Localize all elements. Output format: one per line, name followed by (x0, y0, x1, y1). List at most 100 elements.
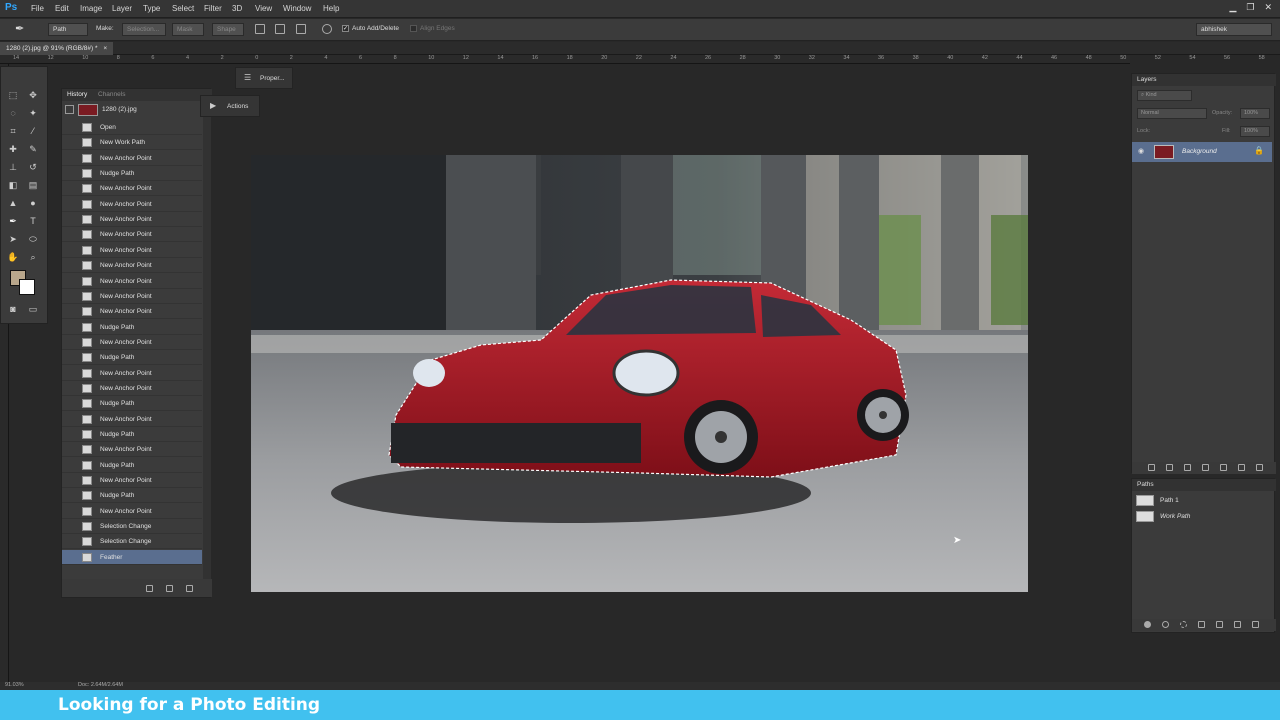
history-step[interactable]: New Anchor Point (62, 473, 202, 489)
menu-file[interactable]: File (31, 4, 44, 13)
zoom-level[interactable]: 91.03% (5, 682, 24, 688)
blur-tool-icon[interactable]: ▲ (7, 197, 19, 209)
history-brush-icon[interactable]: ↺ (27, 161, 39, 173)
lasso-tool-icon[interactable]: ◌ (7, 107, 19, 119)
make-selection-button[interactable]: Selection... (122, 23, 166, 36)
add-mask-icon[interactable] (1216, 621, 1223, 628)
clone-stamp-icon[interactable]: ⊥ (7, 161, 19, 173)
document-tab[interactable]: 1280 (2).jpg @ 91% (RGB/8#) * × (0, 42, 114, 55)
history-step[interactable]: Selection Change (62, 519, 202, 535)
layer-row-background[interactable]: ◉ Background 🔒 (1132, 142, 1272, 162)
path-selection-icon[interactable]: ➤ (7, 233, 19, 245)
hand-tool-icon[interactable]: ✋ (7, 251, 19, 263)
quick-mask-icon[interactable]: ◙ (7, 303, 19, 315)
pen-tool-icon[interactable]: ✒ (7, 215, 19, 227)
history-snapshot[interactable]: 1280 (2).jpg (62, 102, 202, 118)
menu-select[interactable]: Select (172, 4, 194, 13)
menu-type[interactable]: Type (143, 4, 160, 13)
eraser-tool-icon[interactable]: ◧ (7, 179, 19, 191)
trash-icon[interactable] (1252, 621, 1259, 628)
history-step[interactable]: New Anchor Point (62, 442, 202, 458)
screen-mode-icon[interactable]: ▭ (27, 303, 39, 315)
path-row-path-1[interactable]: Path 1 (1132, 493, 1272, 509)
crop-tool-icon[interactable]: ⌗ (7, 125, 19, 137)
new-document-from-state-icon[interactable] (146, 585, 153, 592)
make-mask-button[interactable]: Mask (172, 23, 204, 36)
brush-tool-icon[interactable]: ✎ (27, 143, 39, 155)
history-step[interactable]: Nudge Path (62, 320, 202, 335)
history-step[interactable]: Feather (62, 549, 202, 565)
layer-filter-kind[interactable]: ⌕ Kind (1137, 90, 1192, 101)
history-step[interactable]: New Anchor Point (62, 227, 202, 243)
zoom-tool-icon[interactable]: ⌕ (27, 251, 39, 263)
path-alignment-icon[interactable] (275, 24, 285, 34)
magic-wand-tool-icon[interactable]: ✦ (27, 107, 39, 119)
minimize-icon[interactable]: ▁ (1229, 2, 1236, 13)
load-selection-icon[interactable] (1180, 621, 1187, 628)
history-scrollbar[interactable] (203, 117, 211, 582)
opacity-field[interactable]: 100% (1240, 108, 1270, 119)
align-edges-checkbox[interactable] (410, 25, 417, 32)
close-icon[interactable]: ✕ (1264, 2, 1272, 13)
trash-icon[interactable] (1256, 464, 1263, 471)
auto-add-delete-checkbox[interactable]: ✓ (342, 25, 349, 32)
blend-mode-select[interactable]: Normal (1137, 108, 1207, 119)
history-step[interactable]: Nudge Path (62, 488, 202, 504)
close-tab-icon[interactable]: × (103, 45, 107, 52)
history-step[interactable]: New Anchor Point (62, 212, 202, 228)
history-step[interactable]: Open (62, 120, 202, 135)
healing-brush-icon[interactable]: ✚ (7, 143, 19, 155)
history-step[interactable]: Nudge Path (62, 166, 202, 182)
adjustment-layer-icon[interactable] (1202, 464, 1209, 471)
menu-view[interactable]: View (255, 4, 272, 13)
history-step[interactable]: New Anchor Point (62, 289, 202, 304)
fill-path-icon[interactable] (1144, 621, 1151, 628)
gear-icon[interactable] (322, 24, 332, 34)
ellipse-tool-icon[interactable]: ⬭ (27, 233, 39, 245)
history-step[interactable]: New Anchor Point (62, 504, 202, 519)
history-step[interactable]: New Anchor Point (62, 335, 202, 350)
stroke-path-icon[interactable] (1162, 621, 1169, 628)
path-arrangement-icon[interactable] (296, 24, 306, 34)
camera-icon[interactable] (166, 585, 173, 592)
trash-icon[interactable] (186, 585, 193, 592)
gradient-tool-icon[interactable]: ▤ (27, 179, 39, 191)
make-work-path-icon[interactable] (1198, 621, 1205, 628)
dodge-tool-icon[interactable]: ● (27, 197, 39, 209)
tool-mode-select[interactable]: Path (48, 23, 88, 36)
history-step[interactable]: Selection Change (62, 534, 202, 550)
menu-window[interactable]: Window (283, 4, 311, 13)
eyedropper-tool-icon[interactable]: ⁄ (27, 125, 39, 137)
tab-channels[interactable]: Channels (98, 91, 125, 98)
menu-layer[interactable]: Layer (112, 4, 132, 13)
fill-field[interactable]: 100% (1240, 126, 1270, 137)
canvas-image[interactable] (251, 155, 1028, 592)
history-step[interactable]: New Anchor Point (62, 181, 202, 197)
link-layers-icon[interactable] (1148, 464, 1155, 471)
new-group-icon[interactable] (1220, 464, 1227, 471)
history-step[interactable]: New Anchor Point (62, 274, 202, 289)
move-tool-icon[interactable]: ✥ (27, 89, 39, 101)
menu-edit[interactable]: Edit (55, 4, 69, 13)
history-brush-source-icon[interactable] (65, 105, 74, 114)
history-step[interactable]: New Anchor Point (62, 304, 202, 320)
workspace-select[interactable]: abhishek (1196, 23, 1272, 36)
add-mask-icon[interactable] (1184, 464, 1191, 471)
actions-panel-button[interactable]: ▶ Actions (200, 95, 260, 117)
history-step[interactable]: Nudge Path (62, 350, 202, 366)
history-step[interactable]: Nudge Path (62, 396, 202, 412)
path-operations-icon[interactable] (255, 24, 265, 34)
new-layer-icon[interactable] (1238, 464, 1245, 471)
menu-filter[interactable]: Filter (204, 4, 222, 13)
pen-tool-preset-icon[interactable]: ✒ (15, 22, 25, 35)
history-step[interactable]: New Anchor Point (62, 197, 202, 212)
path-row-work-path[interactable]: Work Path (1132, 509, 1272, 525)
new-path-icon[interactable] (1234, 621, 1241, 628)
history-step[interactable]: Nudge Path (62, 427, 202, 442)
history-step[interactable]: New Anchor Point (62, 412, 202, 427)
properties-panel-button[interactable]: ☰ Proper... (235, 67, 293, 89)
eye-icon[interactable]: ◉ (1138, 147, 1144, 155)
type-tool-icon[interactable]: T (27, 215, 39, 227)
history-step[interactable]: New Anchor Point (62, 366, 202, 381)
history-step[interactable]: New Anchor Point (62, 243, 202, 258)
